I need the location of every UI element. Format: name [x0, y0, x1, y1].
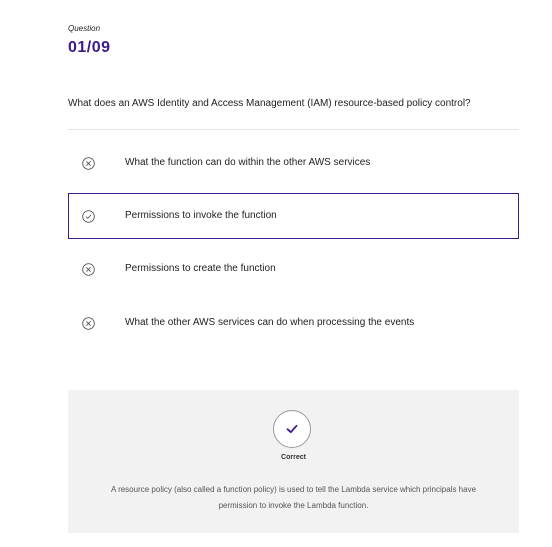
quiz-page: Question 01/09 What does an AWS Identity… — [0, 0, 552, 547]
answer-option-label: What the other AWS services can do when … — [125, 317, 415, 328]
result-badge — [273, 410, 311, 448]
answer-option-2[interactable]: Permissions to invoke the function — [68, 193, 519, 239]
checkmark-icon — [286, 424, 298, 434]
answer-option-label: What the function can do within the othe… — [125, 157, 371, 168]
check-circle-icon — [82, 210, 95, 223]
answer-option-1[interactable]: What the function can do within the othe… — [68, 140, 519, 186]
question-number: 01/09 — [68, 39, 111, 56]
question-text: What does an AWS Identity and Access Man… — [68, 98, 471, 109]
x-circle-icon — [82, 157, 95, 170]
feedback-explanation: A resource policy (also called a functio… — [110, 485, 477, 510]
answer-option-label: Permissions to create the function — [125, 263, 276, 274]
answer-option-3[interactable]: Permissions to create the function — [68, 246, 519, 292]
x-circle-icon — [82, 317, 95, 330]
feedback-panel: Correct A resource policy (also called a… — [68, 390, 519, 533]
answer-option-4[interactable]: What the other AWS services can do when … — [68, 300, 519, 346]
x-circle-icon — [82, 263, 95, 276]
answer-option-label: Permissions to invoke the function — [125, 210, 277, 221]
feedback-status: Correct — [281, 454, 306, 461]
question-caption: Question — [68, 24, 101, 33]
divider — [68, 129, 519, 130]
